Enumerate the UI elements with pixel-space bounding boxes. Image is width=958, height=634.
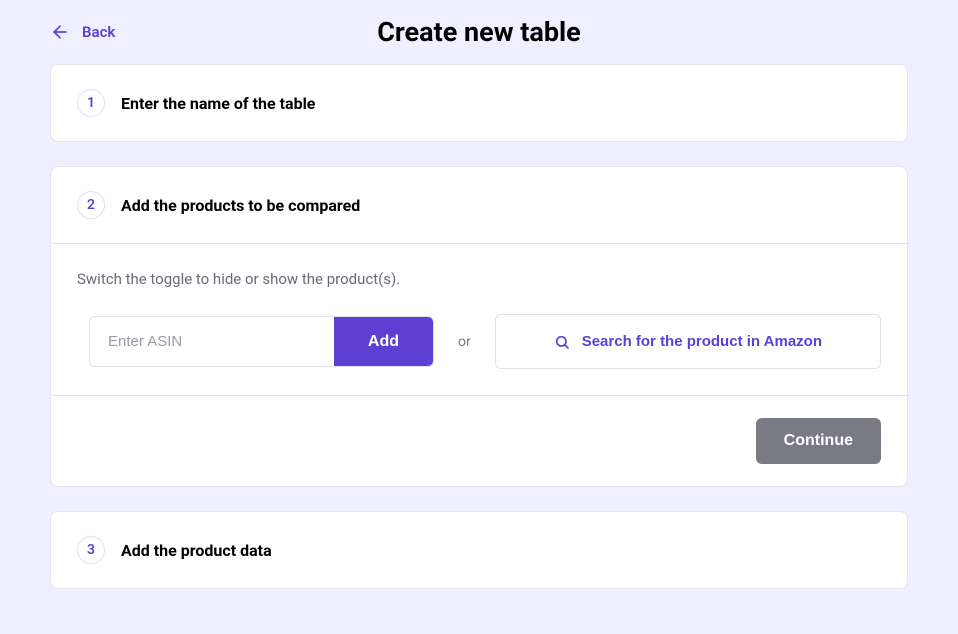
or-separator: or [458,334,471,350]
back-label: Back [82,23,115,41]
toggle-hint: Switch the toggle to hide or show the pr… [77,270,881,288]
step-2-body: Switch the toggle to hide or show the pr… [51,243,907,395]
search-icon [554,334,570,350]
step-1-header[interactable]: 1 Enter the name of the table [51,65,907,141]
asin-input[interactable] [90,317,334,366]
arrow-left-icon [50,22,70,42]
step-3-header[interactable]: 3 Add the product data [51,512,907,588]
asin-input-group: Add [89,316,434,367]
step-3-number: 3 [77,536,105,564]
product-input-row: Add or Search for the product in Amazon [77,314,881,369]
add-button[interactable]: Add [334,317,433,366]
step-3-title: Add the product data [121,541,272,560]
step-2-footer: Continue [51,395,907,486]
page-title: Create new table [377,16,581,48]
step-2-header[interactable]: 2 Add the products to be compared [51,167,907,243]
step-2-number: 2 [77,191,105,219]
step-1-card: 1 Enter the name of the table [50,64,908,142]
continue-button[interactable]: Continue [756,418,881,464]
search-amazon-label: Search for the product in Amazon [582,333,822,350]
step-1-number: 1 [77,89,105,117]
step-3-card: 3 Add the product data [50,511,908,589]
step-2-card: 2 Add the products to be compared Switch… [50,166,908,487]
search-amazon-button[interactable]: Search for the product in Amazon [495,314,881,369]
page-header: Back Create new table [0,0,958,64]
step-2-title: Add the products to be compared [121,196,360,215]
back-button[interactable]: Back [50,22,115,42]
step-1-title: Enter the name of the table [121,94,315,113]
